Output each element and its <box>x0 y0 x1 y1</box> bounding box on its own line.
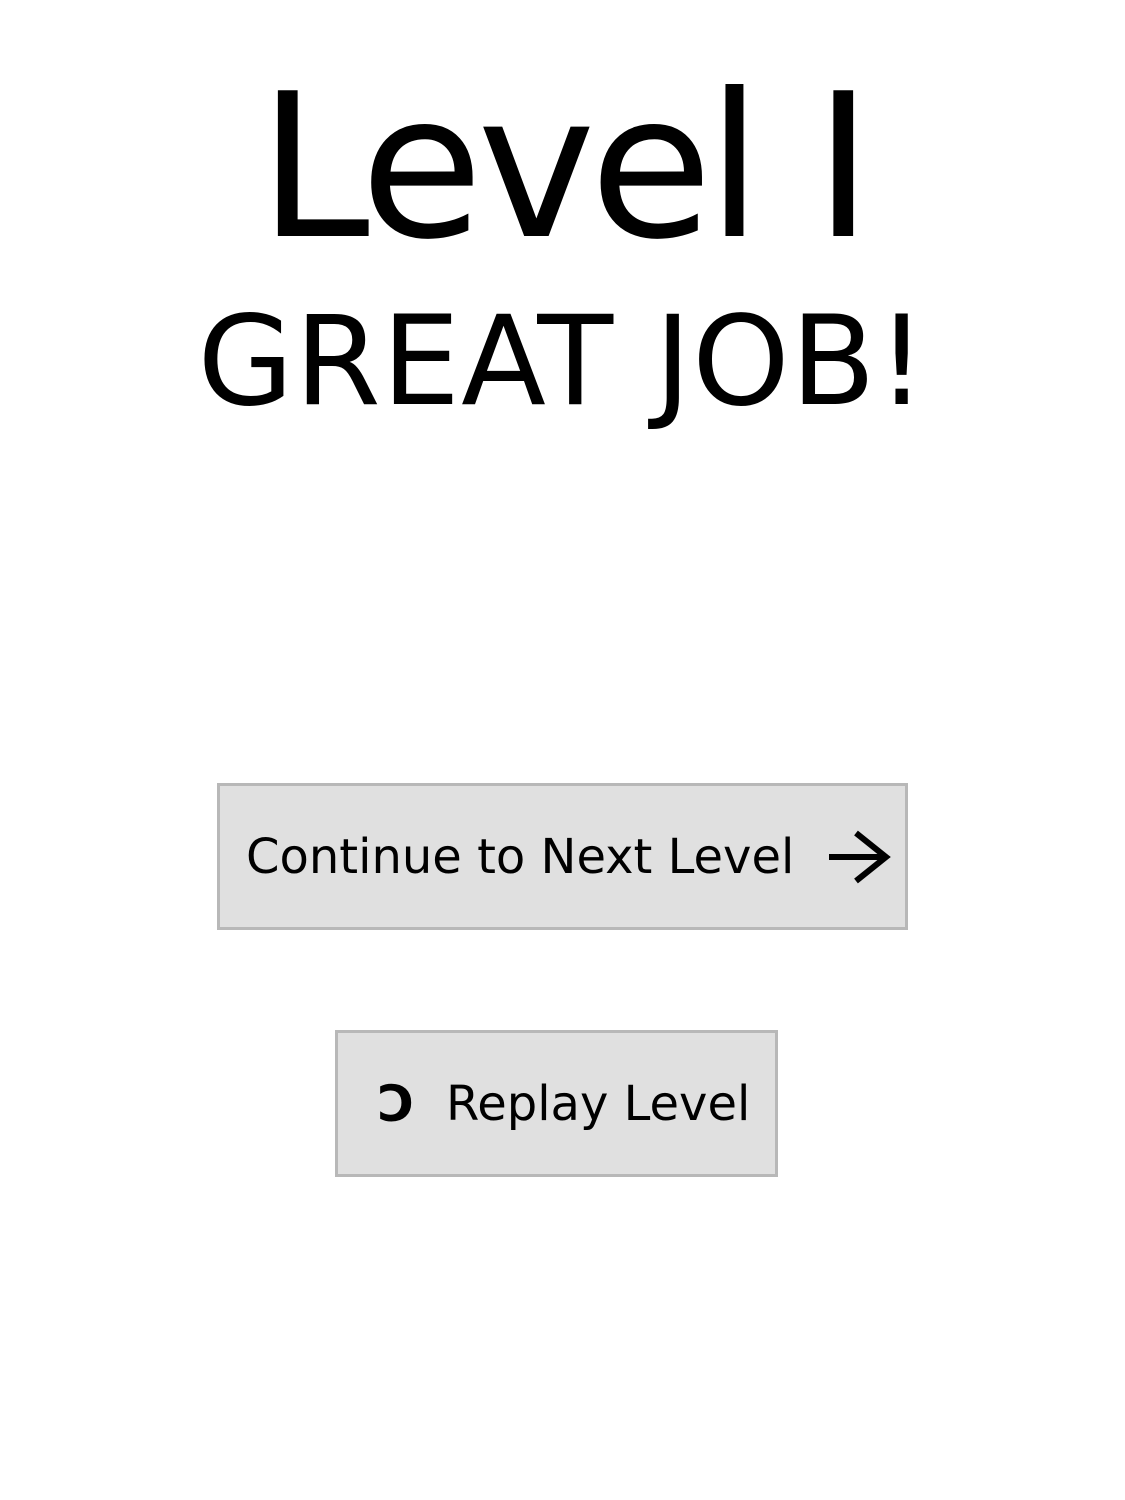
replay-level-button[interactable]: Ͻ Replay Level <box>335 1030 778 1177</box>
replay-button-label: Replay Level <box>446 1075 751 1132</box>
continue-button-label: Continue to Next Level <box>246 828 795 885</box>
replay-icon: Ͻ <box>378 1074 414 1133</box>
arrow-right-icon <box>826 827 894 887</box>
continue-next-level-button[interactable]: Continue to Next Level <box>217 783 908 930</box>
level-title: Level I <box>258 51 873 284</box>
great-job-message: GREAT JOB! <box>197 290 928 434</box>
